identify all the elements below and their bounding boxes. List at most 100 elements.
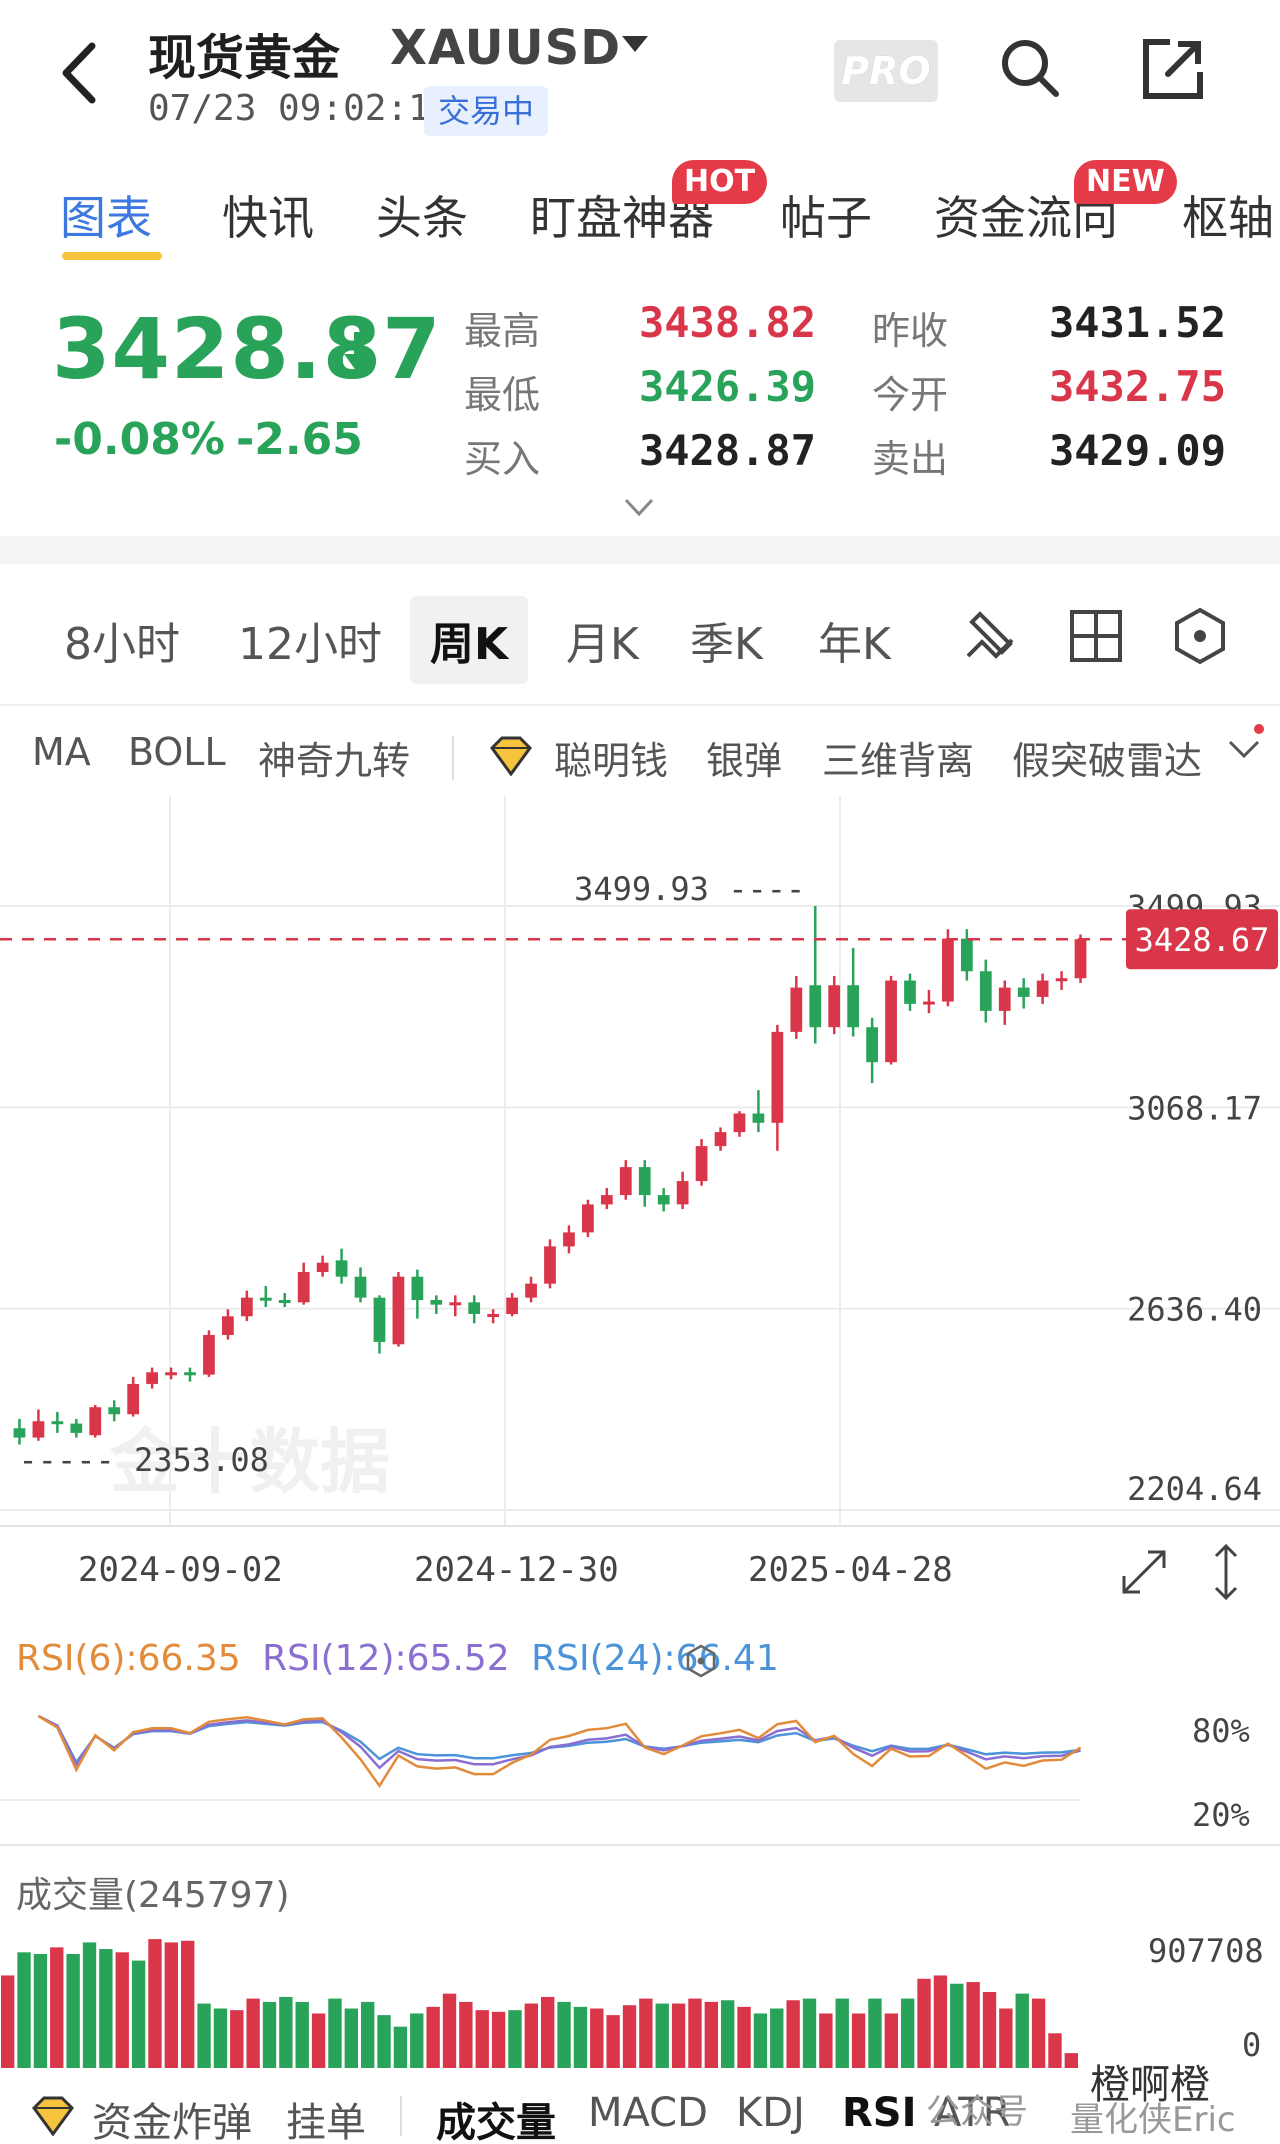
hot-badge: HOT	[672, 160, 768, 204]
candle-body	[733, 1113, 746, 1133]
candle-body	[259, 1297, 272, 1301]
candle-body	[449, 1302, 462, 1306]
volume-bar	[99, 1949, 113, 2068]
share-icon[interactable]	[1140, 36, 1206, 102]
volume-bar	[933, 1975, 948, 2068]
candle-body	[108, 1407, 121, 1415]
period-toolbar: 8小时 12小时 周K 月K 季K 年K	[0, 570, 1280, 706]
y-tick-label: 2636.40	[1127, 1291, 1262, 1329]
prev-close-label: 昨收	[872, 309, 949, 353]
volume-svg	[1, 1939, 1078, 2068]
tab-flash[interactable]: 快讯	[222, 182, 314, 248]
volume-bar	[590, 2008, 604, 2068]
rsi12-line	[37, 1714, 1081, 1770]
candle-body	[392, 1276, 405, 1345]
max-price-annotation: 3499.93 ----	[574, 870, 805, 908]
candle-body	[373, 1297, 386, 1342]
indicator-bar: MA BOLL 神奇九转 聪明钱 银弹 三维背离 假突破雷达	[0, 706, 1280, 802]
indicator-silver-bullet[interactable]: 银弹	[706, 730, 782, 785]
back-arrow-icon[interactable]	[52, 38, 108, 108]
volume-bar	[704, 2001, 718, 2068]
expand-quote-icon[interactable]	[624, 496, 654, 520]
btab-kdj[interactable]: KDJ	[736, 2090, 805, 2136]
candle-body	[127, 1383, 140, 1415]
candle-body	[619, 1167, 632, 1196]
notification-dot	[1254, 724, 1264, 734]
period-yearly[interactable]: 年K	[818, 608, 891, 672]
fullscreen-icon[interactable]	[1116, 1544, 1172, 1600]
volume-bar	[311, 2013, 326, 2068]
volume-bar	[50, 1947, 64, 2068]
period-8h[interactable]: 8小时	[64, 608, 180, 672]
indicator-magic-nine[interactable]: 神奇九转	[258, 730, 410, 785]
volume-bar	[17, 1952, 31, 2068]
volume-bar	[950, 1983, 964, 2068]
volume-bar	[295, 2001, 309, 2068]
prev-close-value: 3431.52	[1048, 298, 1226, 347]
volume-bar	[279, 1996, 293, 2068]
last-price: 3428.87	[52, 300, 442, 398]
volume-bar	[688, 1998, 702, 2068]
x-tick-label: 2024-09-02	[78, 1550, 283, 1590]
ask-value: 3429.09	[1048, 426, 1226, 475]
instrument-symbol[interactable]: XAUUSD	[390, 20, 621, 76]
candle-body	[828, 985, 841, 1028]
period-monthly[interactable]: 月K	[566, 608, 639, 672]
volume-bar	[917, 1978, 931, 2068]
period-weekly[interactable]: 周K	[410, 596, 529, 684]
indicator-boll[interactable]: BOLL	[128, 730, 226, 774]
search-icon[interactable]	[998, 36, 1062, 100]
rsi-chart[interactable]	[0, 1690, 1280, 1850]
period-quarterly[interactable]: 季K	[690, 608, 763, 672]
tab-pivot[interactable]: 枢轴	[1182, 182, 1274, 248]
draw-tool-icon[interactable]	[960, 606, 1020, 666]
rsi-settings-icon[interactable]	[684, 1644, 718, 1678]
tab-posts[interactable]: 帖子	[780, 182, 872, 248]
btab-volume[interactable]: 成交量	[436, 2090, 556, 2144]
volume-bar	[410, 2013, 424, 2068]
low-value: 3426.39	[638, 362, 816, 411]
ask-label: 卖出	[872, 437, 949, 481]
indicator-false-breakout[interactable]: 假突破雷达	[1012, 730, 1202, 785]
volume-chart[interactable]	[0, 1910, 1280, 2070]
volume-bar	[459, 2001, 473, 2068]
indicator-3d-divergence[interactable]: 三维背离	[822, 730, 974, 785]
candle-body	[1055, 978, 1068, 982]
indicator-ma[interactable]: MA	[32, 730, 91, 774]
section-divider	[0, 536, 1280, 564]
volume-bar	[541, 1996, 555, 2068]
volume-bar	[753, 2013, 768, 2068]
low-label: 最低	[464, 373, 541, 417]
trading-status-badge: 交易中	[424, 86, 549, 136]
settings-hexagon-icon[interactable]	[1170, 606, 1230, 666]
candle-body	[184, 1372, 196, 1376]
volume-bar	[377, 2015, 391, 2068]
candle-body	[979, 971, 992, 1011]
candle-body	[695, 1146, 708, 1182]
rsi12-label: RSI(12):65.52	[262, 1638, 510, 1679]
volume-tick-low: 0	[1242, 2026, 1262, 2064]
candle-body	[714, 1132, 727, 1147]
candle-body	[1036, 980, 1049, 997]
rsi6-label: RSI(6):66.35	[16, 1638, 241, 1679]
btab-rsi[interactable]: RSI	[842, 2090, 917, 2136]
tab-headlines[interactable]: 头条	[376, 182, 468, 248]
symbol-dropdown-icon[interactable]	[622, 36, 648, 52]
candle-body	[638, 1167, 651, 1196]
btab-orders[interactable]: 挂单	[286, 2090, 366, 2144]
vertical-expand-icon[interactable]	[1206, 1540, 1246, 1604]
btab-macd[interactable]: MACD	[588, 2090, 708, 2136]
period-12h[interactable]: 12小时	[238, 608, 382, 672]
volume-bar	[770, 2008, 784, 2068]
candlestick-chart[interactable]: 金十数据 3499.93 3068.17 2636.40 2204.64 3428.67 3…	[0, 796, 1280, 1566]
candle-body	[70, 1423, 83, 1433]
layout-grid-icon[interactable]	[1066, 606, 1126, 666]
tab-chart[interactable]: 图表	[60, 182, 152, 248]
volume-bar	[1015, 1993, 1029, 2068]
indicator-smart-money[interactable]: 聪明钱	[554, 730, 668, 785]
more-indicators-chevron-icon[interactable]	[1226, 736, 1262, 762]
candle-body	[657, 1195, 670, 1205]
candle-body	[904, 980, 916, 1004]
btab-fund-bomb[interactable]: 资金炸弹	[92, 2090, 252, 2144]
pro-button[interactable]: PRO	[834, 40, 938, 102]
